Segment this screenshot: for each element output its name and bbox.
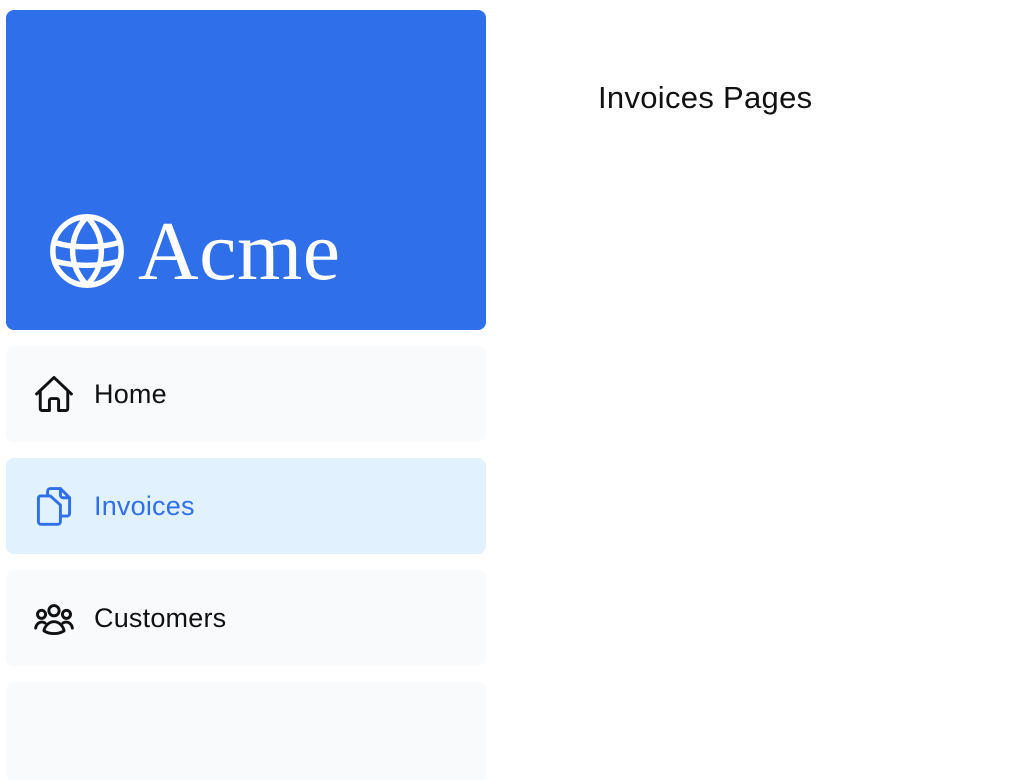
logo-link[interactable]: Acme [6, 10, 486, 330]
globe-icon [50, 214, 124, 288]
sidebar-item-label: Home [94, 378, 167, 409]
sidebar: Acme Home Invoices Customers [6, 10, 486, 780]
main-content: Invoices Pages [598, 80, 812, 116]
home-icon [32, 372, 76, 416]
user-group-icon [32, 596, 76, 640]
sidebar-item-invoices[interactable]: Invoices [6, 458, 486, 554]
sidebar-item-home[interactable]: Home [6, 346, 486, 442]
sidebar-item-label: Customers [94, 602, 227, 633]
sidebar-filler [6, 682, 486, 780]
page-title: Invoices Pages [598, 80, 813, 115]
sidebar-nav: Home Invoices Customers [6, 346, 486, 780]
page: Acme Home Invoices Customers Invoices Pa… [0, 0, 1028, 780]
acme-logo: Acme [46, 208, 341, 294]
sidebar-item-label: Invoices [94, 490, 195, 521]
document-duplicate-icon [32, 484, 76, 528]
sidebar-item-customers[interactable]: Customers [6, 570, 486, 666]
brand-name: Acme [138, 205, 341, 298]
